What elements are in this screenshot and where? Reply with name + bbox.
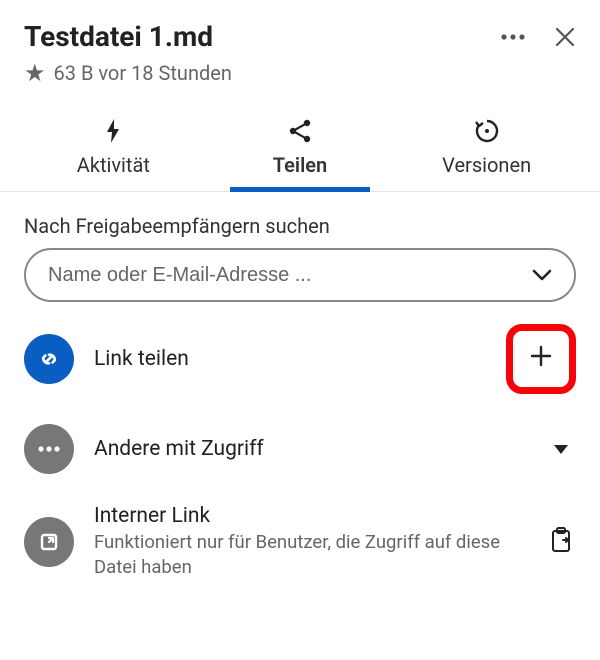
others-icon (24, 424, 74, 474)
copy-internal-link-button[interactable] (546, 527, 576, 557)
tab-versions[interactable]: Versionen (417, 105, 557, 191)
file-title: Testdatei 1.md (24, 20, 500, 53)
search-input[interactable] (48, 264, 532, 287)
internal-link-icon (24, 517, 74, 567)
more-icon[interactable] (500, 33, 526, 41)
add-share-link-button[interactable] (506, 324, 576, 394)
tab-share[interactable]: Teilen (230, 105, 370, 191)
tab-versions-label: Versionen (442, 153, 531, 177)
tab-activity-label: Aktivität (77, 153, 150, 177)
lightning-icon (105, 117, 121, 145)
internal-link-title: Interner Link (94, 504, 526, 528)
others-expand-button[interactable] (546, 445, 576, 454)
search-label: Nach Freigabeempfängern suchen (24, 214, 576, 238)
share-link-label: Link teilen (94, 347, 486, 371)
tab-share-label: Teilen (273, 153, 327, 177)
file-meta-text: 63 B vor 18 Stunden (54, 61, 232, 85)
star-icon[interactable]: ★ (24, 59, 46, 87)
file-meta: ★ 63 B vor 18 Stunden (0, 59, 600, 105)
caret-down-icon (554, 445, 568, 454)
plus-icon (529, 344, 553, 374)
recipient-search[interactable] (24, 248, 576, 302)
internal-link-subtitle: Funktioniert nur für Benutzer, die Zugri… (94, 530, 526, 580)
history-icon (473, 117, 501, 145)
clipboard-icon (549, 527, 573, 557)
chevron-down-icon[interactable] (532, 266, 552, 285)
share-icon (287, 117, 313, 145)
close-icon[interactable] (554, 26, 576, 48)
others-with-access-label: Andere mit Zugriff (94, 437, 526, 461)
tab-activity[interactable]: Aktivität (43, 105, 183, 191)
link-icon (24, 334, 74, 384)
